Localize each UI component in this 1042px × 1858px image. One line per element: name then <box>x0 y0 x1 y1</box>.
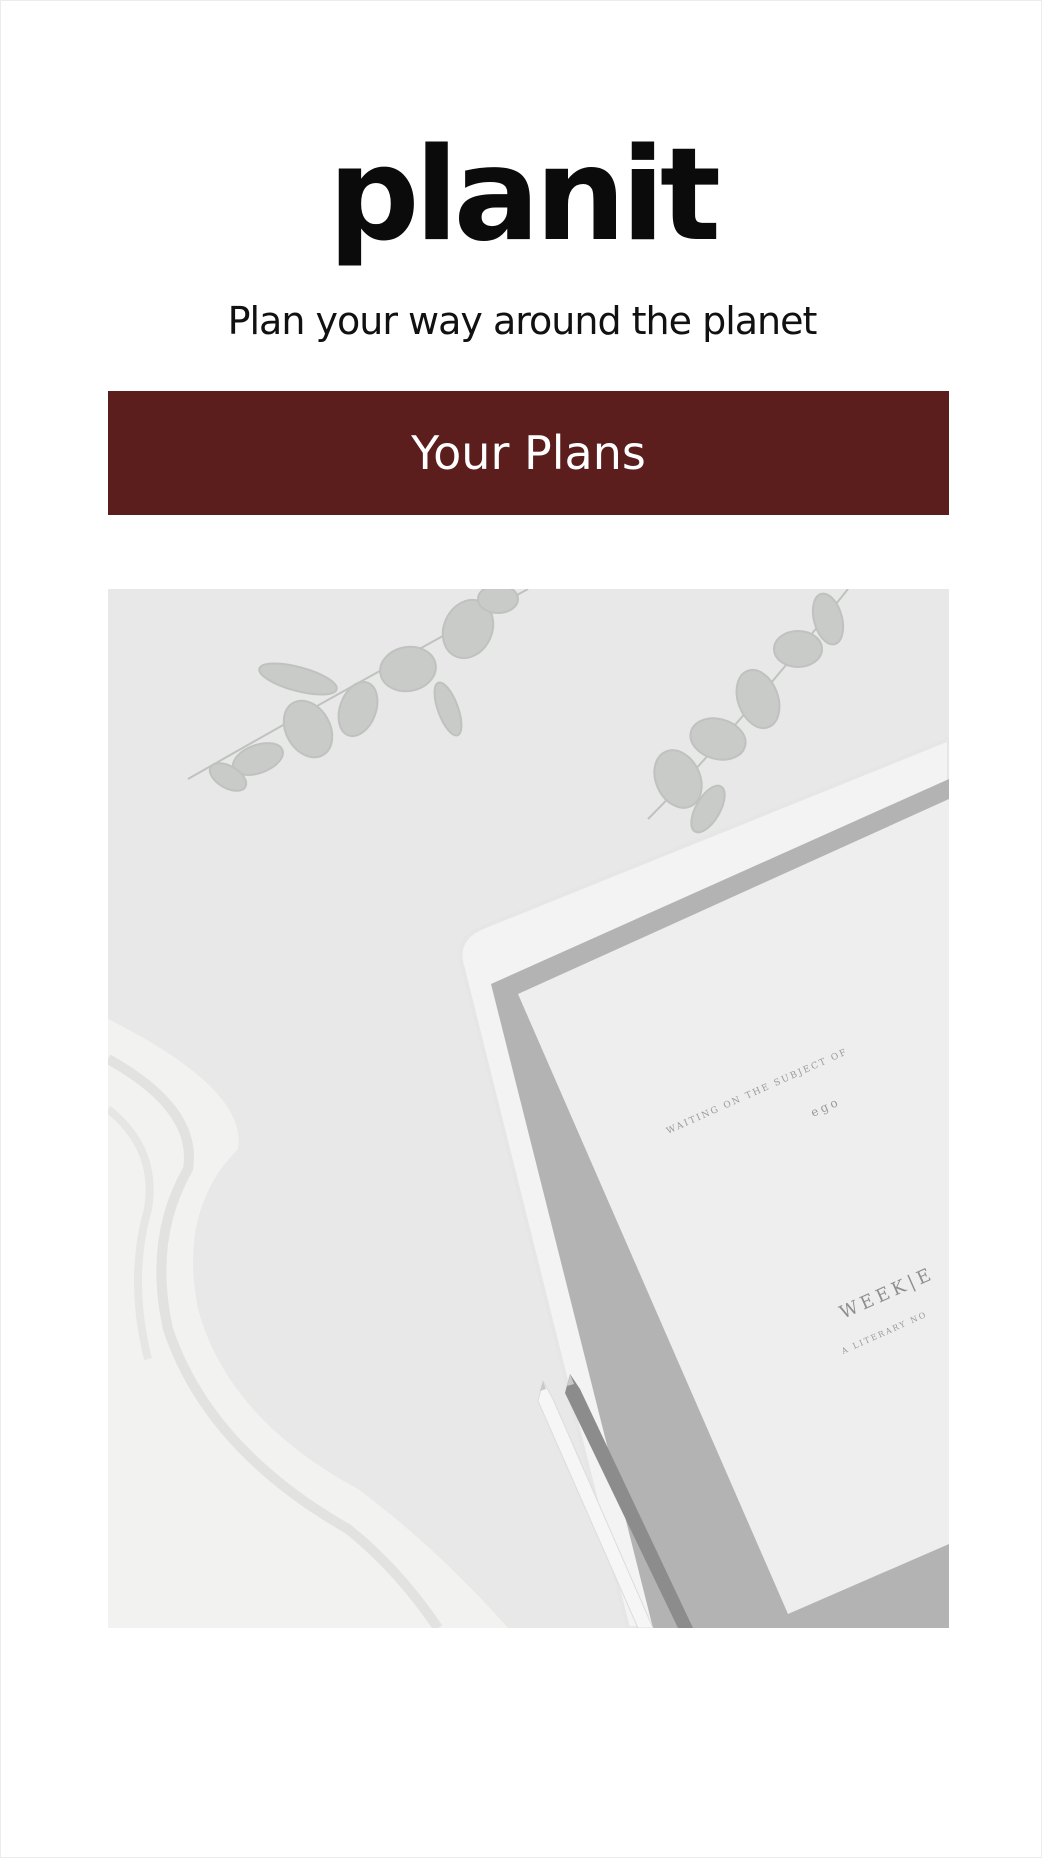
app-logo: planit <box>327 121 721 270</box>
your-plans-button[interactable]: Your Plans <box>108 391 949 515</box>
your-plans-button-label: Your Plans <box>411 426 646 480</box>
hero-image: WAITING ON THE SUBJECT OF ego WEEK|E A L… <box>108 589 949 1628</box>
planner-desk-illustration: WAITING ON THE SUBJECT OF ego WEEK|E A L… <box>108 589 949 1628</box>
app-frame: planit Plan your way around the planet Y… <box>0 0 1042 1858</box>
app-tagline: Plan your way around the planet <box>227 299 818 343</box>
